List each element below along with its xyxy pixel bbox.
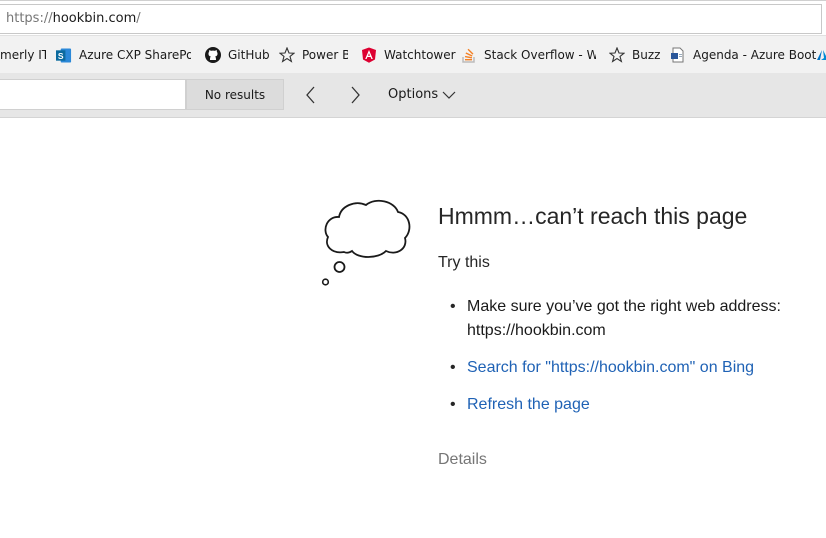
favorite-formerly-itv[interactable]: merly ITV [0, 36, 46, 73]
url-path: / [136, 11, 141, 26]
stackoverflow-icon [461, 47, 477, 63]
refresh-page-link[interactable]: Refresh the page [467, 396, 590, 413]
thought-cloud-icon [318, 196, 418, 295]
find-options-dropdown[interactable]: Options [388, 87, 456, 102]
document-icon [670, 47, 686, 63]
find-previous-button[interactable] [301, 85, 321, 105]
sharepoint-icon: S [56, 47, 72, 63]
favorite-overflow[interactable] [814, 36, 826, 73]
favorite-power-bi[interactable]: Power BI [279, 36, 348, 73]
list-item: Refresh the page [450, 393, 810, 417]
chevron-right-icon [351, 86, 360, 104]
tip-check-address: Make sure you’ve got the right web addre… [467, 298, 781, 339]
suggestions-list: Make sure you’ve got the right web addre… [450, 295, 810, 417]
svg-text:S: S [58, 50, 64, 60]
find-options-label: Options [388, 87, 439, 102]
search-bing-link[interactable]: Search for "https://hookbin.com" on Bing [467, 359, 754, 376]
angular-icon [361, 47, 377, 63]
favorite-label: Azure CXP SharePoin [79, 48, 191, 62]
favorite-azure-cxp-sharepoint[interactable]: S Azure CXP SharePoin [56, 36, 191, 73]
try-this-heading: Try this [438, 254, 490, 271]
star-icon [279, 47, 295, 63]
find-input[interactable] [0, 79, 186, 110]
address-bar[interactable]: https://hookbin.com/ [0, 0, 826, 35]
favorite-label: merly ITV [0, 48, 46, 62]
favorite-label: Buzz [632, 48, 661, 62]
favorite-stack-overflow[interactable]: Stack Overflow - Whe [461, 36, 596, 73]
star-icon [609, 47, 625, 63]
favorite-label: Agenda - Azure Boot [693, 48, 817, 62]
favorite-buzz[interactable]: Buzz [609, 36, 660, 73]
error-title: Hmmm…can’t reach this page [438, 203, 748, 229]
favorite-label: GitHub [228, 48, 270, 62]
list-item: Make sure you’ve got the right web addre… [450, 295, 810, 343]
github-icon [205, 47, 221, 63]
url-host: hookbin.com [52, 11, 137, 26]
chevron-left-icon [306, 86, 315, 104]
details-button[interactable]: Details [438, 451, 487, 469]
url-scheme: https:// [6, 11, 53, 26]
favorite-label: Stack Overflow - Whe [484, 48, 596, 62]
list-item: Search for "https://hookbin.com" on Bing [450, 356, 810, 380]
chevron-down-icon [442, 91, 456, 99]
favorite-label: Watchtower [384, 48, 456, 62]
url-text[interactable]: https://hookbin.com/ [6, 11, 141, 26]
azure-icon [814, 47, 826, 63]
favorite-github[interactable]: GitHub [205, 36, 270, 73]
favorite-watchtower[interactable]: Watchtower [361, 36, 456, 73]
favorite-label: Power BI [302, 48, 348, 62]
find-results-count: No results [186, 79, 284, 110]
find-on-page-bar: No results Options [0, 73, 826, 118]
find-next-button[interactable] [345, 85, 365, 105]
favorite-agenda-azure-boot[interactable]: Agenda - Azure Boot [670, 36, 816, 73]
favorites-bar: merly ITV S Azure CXP SharePoin GitHub P… [0, 35, 826, 73]
